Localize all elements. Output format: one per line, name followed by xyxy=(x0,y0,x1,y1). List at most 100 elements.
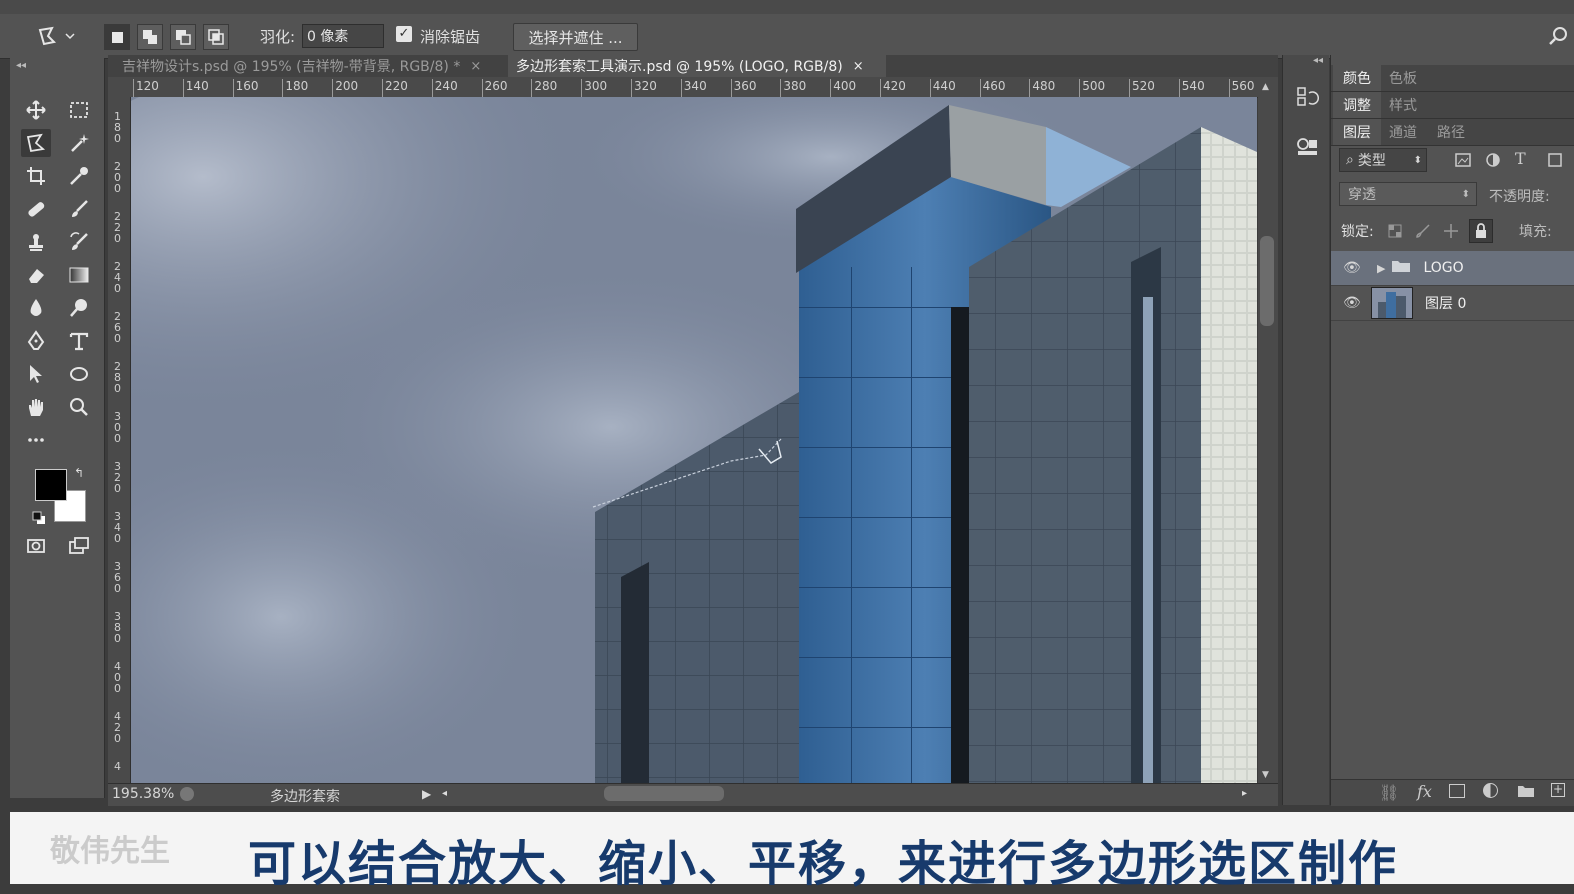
feather-label: 羽化: xyxy=(260,27,296,46)
move-tool-icon[interactable] xyxy=(21,96,51,124)
marquee-tool-icon[interactable] xyxy=(64,96,94,124)
lock-all-icon[interactable] xyxy=(1469,219,1493,243)
zoom-tool-icon[interactable] xyxy=(64,393,94,421)
filter-pixel-icon[interactable] xyxy=(1453,151,1473,169)
tab-styles[interactable]: 样式 xyxy=(1379,92,1427,118)
foreground-color-swatch[interactable] xyxy=(35,469,67,501)
layer-filter-select[interactable]: ⌕ 类型 ⬍ xyxy=(1339,148,1427,172)
document-canvas[interactable] xyxy=(131,97,1257,783)
scroll-up-icon[interactable]: ▲ xyxy=(1262,82,1269,92)
ruler-tick-mark xyxy=(481,79,483,97)
eyedropper-tool-icon[interactable] xyxy=(64,162,94,190)
eraser-tool-icon[interactable] xyxy=(21,261,51,289)
magic-wand-tool-icon[interactable] xyxy=(64,129,94,157)
stamp-tool-icon[interactable] xyxy=(21,228,51,256)
new-selection-button[interactable] xyxy=(104,24,130,50)
more-tools-icon[interactable] xyxy=(21,426,51,454)
properties-panel-icon[interactable] xyxy=(1295,135,1319,159)
layer-row-layer0[interactable]: 👁︎ 图层 0 xyxy=(1331,286,1574,321)
visibility-eye-icon[interactable]: 👁︎ xyxy=(1343,295,1361,311)
select-and-mask-button[interactable]: 选择并遮住 ... xyxy=(513,23,638,51)
intersect-selection-button[interactable] xyxy=(203,24,229,50)
ruler-tick-label: 4 2 0 xyxy=(114,710,121,745)
ruler-tick-label: 380 xyxy=(783,79,807,93)
filter-shape-icon[interactable] xyxy=(1545,151,1565,169)
vertical-scrollbar[interactable] xyxy=(1258,77,1278,783)
ruler-tick-label: 3 4 0 xyxy=(114,510,121,545)
dodge-tool-icon[interactable] xyxy=(64,294,94,322)
path-selection-tool-icon[interactable] xyxy=(21,360,51,388)
filter-type-icon[interactable]: T xyxy=(1515,149,1526,168)
new-group-folder-icon[interactable] xyxy=(1517,783,1535,802)
scroll-left-icon[interactable]: ◂ xyxy=(442,788,447,799)
visibility-eye-icon[interactable]: 👁︎ xyxy=(1343,260,1361,276)
ruler-tick-mark xyxy=(431,79,433,97)
search-icon[interactable] xyxy=(1548,14,1568,58)
filter-adjustment-icon[interactable] xyxy=(1483,151,1503,169)
tab-swatches[interactable]: 色板 xyxy=(1379,65,1427,91)
lock-position-icon[interactable] xyxy=(1443,223,1459,239)
expand-group-icon[interactable]: ▶ xyxy=(1377,262,1385,275)
link-layers-icon[interactable]: ⛓ xyxy=(1379,783,1399,802)
antialias-checkbox[interactable]: ✓ xyxy=(396,26,412,42)
new-adjustment-layer-icon[interactable] xyxy=(1483,783,1498,798)
blend-mode-select[interactable]: 穿透 ⬍ xyxy=(1339,182,1477,206)
pen-tool-icon[interactable] xyxy=(21,327,51,355)
ruler-tick-label: 260 xyxy=(484,79,508,93)
ruler-horizontal: 120 140 160 180 200 220 240 260 280 300 320 340 360 3… xyxy=(108,77,1278,98)
new-layer-icon[interactable]: + xyxy=(1551,783,1565,797)
quick-mask-icon[interactable] xyxy=(21,532,51,560)
ruler-tick-mark xyxy=(232,79,234,97)
swap-colors-icon[interactable]: ↰ xyxy=(74,466,84,480)
default-colors-icon[interactable] xyxy=(32,510,46,524)
blur-tool-icon[interactable] xyxy=(21,294,51,322)
hand-tool-icon[interactable] xyxy=(21,393,51,421)
layer-row-logo[interactable]: 👁︎ ▶ LOGO xyxy=(1331,251,1574,286)
ruler-tick-label: 540 xyxy=(1181,79,1205,93)
screen-mode-icon[interactable] xyxy=(64,532,94,560)
close-tab-icon[interactable]: × xyxy=(853,59,864,74)
polygonal-lasso-tool-icon[interactable] xyxy=(21,129,51,157)
tab-layers[interactable]: 图层 xyxy=(1333,119,1381,145)
document-tab-mascot[interactable]: 吉祥物设计s.psd @ 195% (吉祥物-带背景, RGB/8) * × xyxy=(114,55,506,77)
ruler-tick-mark xyxy=(1029,79,1031,97)
scroll-right-icon[interactable]: ▸ xyxy=(1242,788,1247,799)
scroll-down-icon[interactable]: ▼ xyxy=(1262,770,1269,780)
ruler-vertical: 1 8 0 2 0 0 2 2 0 2 4 0 2 6 0 2 8 0 3 0 0 3 2 0… xyxy=(108,97,131,783)
lock-pixels-icon[interactable] xyxy=(1415,223,1431,239)
gradient-tool-icon[interactable] xyxy=(64,261,94,289)
feather-input[interactable]: 0 像素 xyxy=(302,24,384,48)
collapse-dock-icon[interactable]: ◂◂ xyxy=(1313,55,1323,66)
status-menu-arrow-icon[interactable]: ▶ xyxy=(422,787,431,801)
layer-style-fx-icon[interactable]: fx xyxy=(1417,782,1432,801)
status-info-icon[interactable] xyxy=(180,787,194,801)
ruler-tick-mark xyxy=(1079,79,1081,97)
document-tab-polygon-lasso[interactable]: 多边形套索工具演示.psd @ 195% (LOGO, RGB/8) × xyxy=(508,55,886,77)
subtract-selection-button[interactable] xyxy=(170,24,196,50)
horizontal-scroll-thumb[interactable] xyxy=(604,786,724,801)
search-icon: ⌕ xyxy=(1346,152,1354,168)
history-brush-tool-icon[interactable] xyxy=(64,228,94,256)
add-mask-icon[interactable] xyxy=(1449,784,1465,798)
vertical-scroll-thumb[interactable] xyxy=(1260,236,1274,326)
tool-panel: ◂◂ ↰ xyxy=(10,58,105,798)
tab-paths[interactable]: 路径 xyxy=(1427,119,1475,145)
layer-name: LOGO xyxy=(1423,260,1464,276)
tab-channels[interactable]: 通道 xyxy=(1379,119,1427,145)
brush-tool-icon[interactable] xyxy=(64,195,94,223)
add-selection-button[interactable] xyxy=(137,24,163,50)
healing-brush-tool-icon[interactable] xyxy=(21,195,51,223)
ellipse-tool-icon[interactable] xyxy=(64,360,94,388)
history-panel-icon[interactable] xyxy=(1295,85,1319,109)
ruler-tick-mark xyxy=(680,79,682,97)
tab-adjustments[interactable]: 调整 xyxy=(1333,92,1381,118)
close-tab-icon[interactable]: × xyxy=(470,59,481,74)
polygonal-lasso-preset-icon[interactable] xyxy=(36,14,76,58)
zoom-level[interactable]: 195.38% xyxy=(112,786,174,802)
collapse-panel-icon[interactable]: ◂◂ xyxy=(16,60,26,71)
tab-color[interactable]: 颜色 xyxy=(1333,65,1381,91)
crop-tool-icon[interactable] xyxy=(21,162,51,190)
ruler-tick-label: 2 6 0 xyxy=(114,310,121,345)
lock-transparency-icon[interactable] xyxy=(1387,223,1403,239)
type-tool-icon[interactable] xyxy=(64,327,94,355)
